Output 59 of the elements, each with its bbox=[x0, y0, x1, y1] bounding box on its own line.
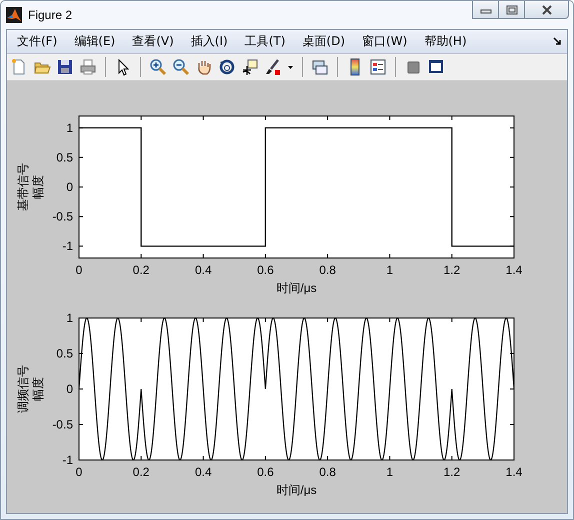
tick-label: 0.5 bbox=[56, 150, 73, 164]
tick-label: 0.4 bbox=[194, 263, 212, 277]
save-icon[interactable] bbox=[56, 58, 74, 76]
tick-label: 0.8 bbox=[319, 263, 336, 277]
tick-label: -0.5 bbox=[52, 418, 73, 432]
tick-label: 1.4 bbox=[506, 263, 522, 277]
menu-item[interactable]: 查看(V) bbox=[126, 31, 180, 52]
tick-label: 0 bbox=[66, 382, 73, 396]
tick-label: 0.6 bbox=[257, 465, 274, 479]
tick-label: 1 bbox=[66, 120, 73, 135]
tick-label: 0.2 bbox=[132, 465, 150, 479]
menu-item[interactable]: 窗口(W) bbox=[356, 31, 414, 52]
axis-label: 时间/μs bbox=[276, 483, 317, 496]
tick-label: 0 bbox=[66, 180, 73, 194]
axis-label: 调频信号 bbox=[16, 365, 30, 413]
menu-item[interactable]: 文件(F) bbox=[11, 31, 64, 52]
brush-icon[interactable] bbox=[264, 58, 282, 76]
tick-label: 0.5 bbox=[56, 346, 73, 360]
link-icon[interactable] bbox=[311, 58, 329, 76]
dock-arrow-icon[interactable] bbox=[553, 37, 562, 46]
axis-label: 幅度 bbox=[31, 175, 45, 199]
tick-label: 0.2 bbox=[132, 263, 150, 277]
tick-label: 1.2 bbox=[444, 263, 460, 277]
tick-label: 1 bbox=[386, 465, 394, 479]
tick-label: -1 bbox=[62, 239, 73, 254]
tick-label: 1 bbox=[386, 263, 394, 277]
minimize-button[interactable] bbox=[472, 1, 499, 19]
restore-icon bbox=[506, 4, 518, 14]
window-title: Figure 2 bbox=[28, 8, 72, 22]
print-icon[interactable] bbox=[79, 58, 97, 76]
close-button[interactable] bbox=[524, 1, 569, 19]
maximize-button[interactable] bbox=[498, 1, 525, 19]
menu-item[interactable]: 桌面(D) bbox=[296, 31, 352, 52]
tick-label: 1.4 bbox=[506, 465, 522, 479]
data-cursor-icon[interactable] bbox=[241, 58, 259, 76]
pan-hand-icon[interactable] bbox=[195, 58, 213, 76]
zoom-out-icon[interactable] bbox=[172, 58, 190, 76]
window-frame-icon[interactable] bbox=[427, 58, 445, 76]
menu-item[interactable]: 插入(I) bbox=[184, 31, 234, 52]
axis-label: 基带信号 bbox=[16, 163, 30, 211]
tick-label: -1 bbox=[62, 453, 73, 467]
menu-item[interactable]: 编辑(E) bbox=[68, 31, 122, 52]
axis-label: 时间/μs bbox=[276, 281, 317, 295]
tick-label: 0 bbox=[76, 465, 82, 479]
rotate-icon[interactable] bbox=[218, 58, 236, 76]
legend-icon[interactable] bbox=[369, 58, 387, 76]
tick-label: 1 bbox=[66, 311, 73, 325]
zoom-in-icon[interactable] bbox=[149, 58, 167, 76]
tick-label: 0.8 bbox=[319, 465, 336, 479]
tick-label: 0.6 bbox=[257, 263, 274, 277]
menu-item[interactable]: 帮助(H) bbox=[418, 31, 473, 52]
tick-label: 0 bbox=[76, 263, 82, 277]
close-icon bbox=[540, 4, 552, 14]
peak-logo-icon bbox=[6, 7, 22, 23]
tick-label: 1.2 bbox=[444, 465, 460, 479]
menu-item[interactable]: 工具(T) bbox=[238, 31, 292, 52]
tick-label: -0.5 bbox=[52, 210, 73, 224]
tick-label: 0.4 bbox=[194, 465, 212, 479]
axis-label: 幅度 bbox=[31, 377, 45, 401]
